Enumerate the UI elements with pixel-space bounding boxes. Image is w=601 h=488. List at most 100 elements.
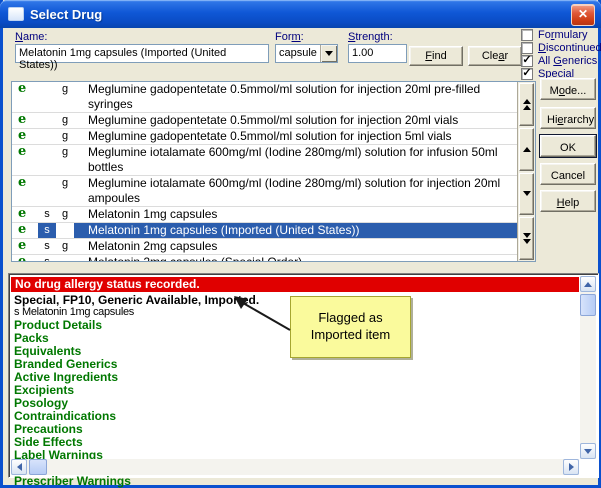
generic-flag: g bbox=[56, 113, 74, 128]
close-icon: ✕ bbox=[578, 7, 588, 21]
drug-name: Melatonin 2mg capsules (Special Order) bbox=[74, 255, 518, 261]
special-flag: s bbox=[38, 255, 56, 261]
all-generics-checkbox[interactable]: ✓ bbox=[521, 55, 533, 67]
scroll-right-button[interactable] bbox=[563, 459, 579, 475]
generic-flag: g bbox=[56, 239, 74, 254]
checkmark-icon: ✓ bbox=[522, 54, 531, 66]
title-bar[interactable]: Select Drug ✕ bbox=[0, 0, 601, 28]
scroll-left-button[interactable] bbox=[11, 459, 27, 475]
up-arrow-icon bbox=[584, 282, 592, 287]
filter-formulary[interactable]: Formulary bbox=[521, 28, 588, 41]
double-up-arrow-icon bbox=[523, 105, 531, 110]
selected-drug-line: s Melatonin 1mg capsules bbox=[14, 306, 134, 318]
name-input-value: Melatonin 1mg capsules (Imported (United… bbox=[19, 47, 226, 71]
info-vertical-scrollbar[interactable] bbox=[580, 276, 596, 459]
drug-row[interactable]: e gMeglumine iotalamate 600mg/ml (Iodine … bbox=[12, 176, 518, 207]
scroll-up-button[interactable] bbox=[519, 128, 534, 171]
cancel-button[interactable]: Cancel bbox=[540, 163, 596, 185]
drug-rows: egMeglumine gadopentetate 0.5mmol/ml sol… bbox=[12, 82, 518, 261]
scroll-first-button[interactable] bbox=[519, 83, 534, 126]
filter-discontinued[interactable]: Discontinued bbox=[521, 41, 601, 54]
formulary-checkbox[interactable] bbox=[521, 29, 533, 41]
scroll-down-button[interactable] bbox=[519, 173, 534, 216]
down-arrow-icon bbox=[523, 191, 531, 196]
drug-name: Meglumine gadopentetate 0.5mmol/ml solut… bbox=[74, 82, 518, 112]
double-down-arrow-icon bbox=[523, 233, 531, 238]
drug-row[interactable]: egMeglumine gadopentetate 0.5mmol/ml sol… bbox=[12, 129, 518, 145]
window-icon bbox=[8, 7, 24, 21]
strength-input-value: 1.00 bbox=[352, 47, 373, 59]
vertical-scroll-thumb[interactable] bbox=[580, 294, 596, 316]
allergy-status-banner: No drug allergy status recorded. bbox=[11, 277, 579, 292]
filter-all-generics[interactable]: ✓ All Generics bbox=[521, 54, 597, 67]
help-button[interactable]: Help bbox=[540, 190, 596, 212]
special-flag: s bbox=[38, 223, 56, 238]
mode-button[interactable]: Mode... bbox=[540, 78, 596, 100]
form-dropdown[interactable]: capsule bbox=[275, 44, 338, 63]
discontinued-label: Discontinued bbox=[538, 42, 601, 54]
find-button[interactable]: Find bbox=[409, 46, 463, 66]
drug-row-selected[interactable]: es Melatonin 1mg capsules (Imported (Unit… bbox=[12, 223, 518, 239]
left-arrow-icon bbox=[17, 463, 22, 471]
emis-e-icon: e bbox=[12, 129, 38, 143]
info-horizontal-scrollbar[interactable] bbox=[11, 459, 579, 475]
clear-button[interactable]: Clear bbox=[468, 46, 522, 66]
drug-name: Meglumine iotalamate 600mg/ml (Iodine 28… bbox=[74, 176, 508, 206]
annotation-callout: Flagged as Imported item bbox=[290, 296, 411, 358]
discontinued-checkbox[interactable] bbox=[521, 42, 533, 54]
drug-results-list: egMeglumine gadopentetate 0.5mmol/ml sol… bbox=[11, 81, 536, 262]
callout-line2: Imported item bbox=[291, 326, 410, 343]
right-arrow-icon bbox=[569, 463, 574, 471]
all-generics-label: All Generics bbox=[538, 55, 597, 67]
special-flag: s bbox=[38, 207, 56, 222]
special-checkbox[interactable]: ✓ bbox=[521, 68, 533, 80]
name-label: Name: bbox=[15, 31, 47, 43]
scroll-last-button[interactable] bbox=[519, 217, 534, 260]
scroll-up-button[interactable] bbox=[580, 276, 596, 292]
generic-flag: g bbox=[56, 82, 74, 97]
formulary-label: Formulary bbox=[538, 29, 588, 41]
window-title: Select Drug bbox=[30, 7, 102, 22]
emis-e-icon: e bbox=[12, 239, 38, 253]
emis-e-icon: e bbox=[12, 176, 38, 190]
ok-button[interactable]: OK bbox=[540, 135, 596, 157]
generic-flag: g bbox=[56, 176, 74, 191]
drug-row[interactable]: esgMelatonin 1mg capsules bbox=[12, 207, 518, 223]
generic-flag: g bbox=[56, 207, 74, 222]
drug-name: Melatonin 1mg capsules bbox=[74, 207, 518, 222]
dropdown-button[interactable] bbox=[320, 45, 337, 62]
horizontal-scroll-thumb[interactable] bbox=[29, 459, 47, 475]
emis-e-icon: e bbox=[12, 223, 38, 237]
drug-name: Melatonin 1mg capsules (Imported (United… bbox=[74, 223, 518, 238]
scroll-down-button[interactable] bbox=[580, 443, 596, 459]
drug-row[interactable]: e gMeglumine gadopentetate 0.5mmol/ml sol… bbox=[12, 113, 518, 129]
chevron-down-icon bbox=[325, 51, 333, 56]
drug-name: Meglumine gadopentetate 0.5mmol/ml solut… bbox=[74, 113, 518, 128]
drug-row[interactable]: egMeglumine gadopentetate 0.5mmol/ml sol… bbox=[12, 82, 518, 113]
emis-e-icon: e bbox=[12, 207, 38, 221]
hierarchy-button[interactable]: Hierarchy bbox=[540, 107, 596, 129]
emis-e-icon: e bbox=[12, 145, 38, 159]
form-label: Form: bbox=[275, 31, 304, 43]
emis-e-icon: e bbox=[12, 113, 38, 127]
drug-row[interactable]: esgMelatonin 2mg capsules bbox=[12, 239, 518, 255]
form-dropdown-value: capsule bbox=[279, 47, 317, 59]
double-down-arrow-icon bbox=[523, 239, 531, 244]
up-arrow-icon bbox=[523, 147, 531, 152]
double-up-arrow-icon bbox=[523, 99, 531, 104]
down-arrow-icon bbox=[584, 449, 592, 454]
strength-input[interactable]: 1.00 bbox=[348, 44, 407, 63]
strength-label: Strength: bbox=[348, 31, 393, 43]
special-flag: s bbox=[38, 239, 56, 254]
emis-e-icon: e bbox=[12, 255, 38, 261]
close-button[interactable]: ✕ bbox=[571, 4, 595, 26]
drug-name: Melatonin 2mg capsules bbox=[74, 239, 518, 254]
drug-row[interactable]: egMeglumine iotalamate 600mg/ml (Iodine … bbox=[12, 145, 518, 176]
name-input[interactable]: Melatonin 1mg capsules (Imported (United… bbox=[15, 44, 269, 63]
drug-row[interactable]: es Melatonin 2mg capsules (Special Order) bbox=[12, 255, 518, 261]
info-link-prescriber-warnings[interactable]: Prescriber Warnings bbox=[14, 475, 131, 488]
select-drug-dialog: Select Drug ✕ Name: Melatonin 1mg capsul… bbox=[0, 0, 601, 488]
generic-flag: g bbox=[56, 145, 74, 160]
drug-name: Meglumine gadopentetate 0.5mmol/ml solut… bbox=[74, 129, 518, 144]
callout-line1: Flagged as bbox=[291, 309, 410, 326]
